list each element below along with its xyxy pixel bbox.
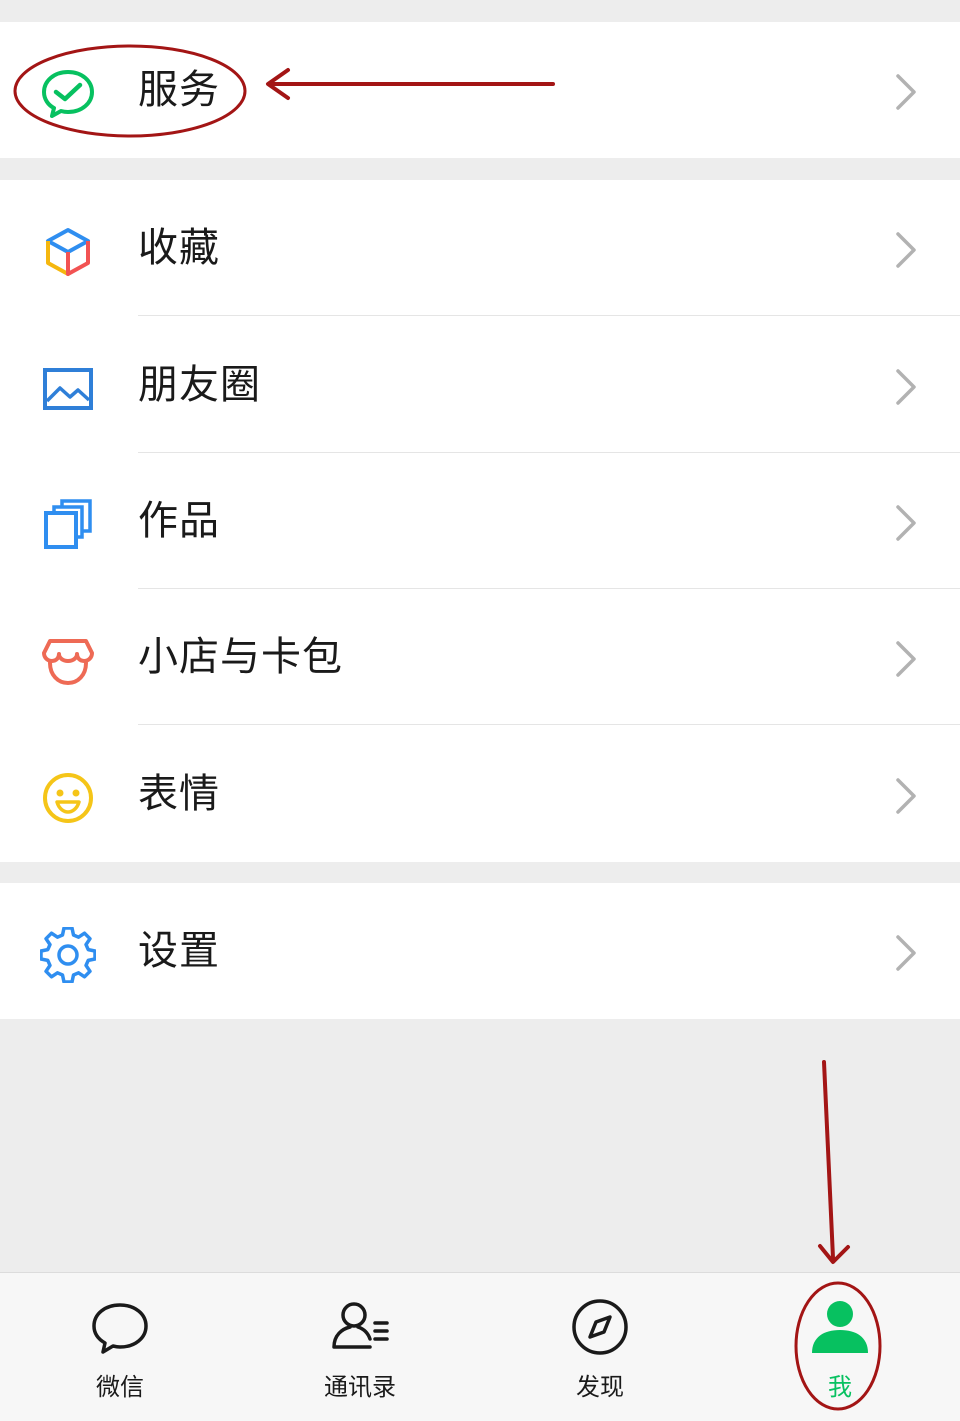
menu-item-services[interactable]: 服务 <box>0 22 960 158</box>
menu-item-works-label: 作品 <box>138 498 220 544</box>
compass-icon <box>570 1297 630 1357</box>
tab-me-label: 我 <box>828 1373 852 1401</box>
wechat-pay-check-icon <box>40 66 96 122</box>
tab-me[interactable]: 我 <box>720 1273 960 1421</box>
menu-item-moments-label: 朋友圈 <box>138 362 261 408</box>
divider <box>138 724 960 725</box>
chevron-right-icon <box>892 503 920 543</box>
cube-icon <box>40 224 96 280</box>
contacts-icon <box>330 1297 390 1357</box>
picture-icon <box>40 361 96 417</box>
smiley-icon <box>40 770 96 826</box>
chevron-right-icon <box>892 639 920 679</box>
shop-awning-icon <box>40 633 96 689</box>
tab-chats[interactable]: 微信 <box>0 1273 240 1421</box>
menu-item-stickers[interactable]: 表情 <box>0 726 960 862</box>
chevron-right-icon <box>892 776 920 816</box>
annotation-arrowhead-me <box>818 1244 850 1264</box>
menu-item-shop-cards-label: 小店与卡包 <box>138 634 343 680</box>
menu-item-shop-cards[interactable]: 小店与卡包 <box>0 589 960 725</box>
menu-item-services-label: 服务 <box>138 67 220 113</box>
divider <box>138 315 960 316</box>
menu-item-favorites-label: 收藏 <box>138 225 220 271</box>
chevron-right-icon <box>892 367 920 407</box>
menu-item-settings-label: 设置 <box>138 928 220 974</box>
chevron-right-icon <box>892 72 920 112</box>
gear-icon <box>40 927 96 983</box>
person-icon <box>810 1297 870 1357</box>
tab-contacts[interactable]: 通讯录 <box>240 1273 480 1421</box>
menu-item-stickers-label: 表情 <box>138 771 220 817</box>
annotation-arrow-me <box>822 1060 835 1260</box>
settings-group: 设置 <box>0 883 960 1019</box>
services-group: 服务 <box>0 22 960 158</box>
chat-bubble-icon <box>90 1297 150 1357</box>
tab-contacts-label: 通讯录 <box>324 1373 396 1401</box>
menu-item-favorites[interactable]: 收藏 <box>0 180 960 316</box>
features-group: 收藏 朋友圈 作品 小店与卡包 表情 <box>0 180 960 862</box>
menu-item-moments[interactable]: 朋友圈 <box>0 317 960 453</box>
stacked-cards-icon <box>40 497 96 553</box>
bottom-tab-bar: 微信 通讯录 发现 我 <box>0 1272 960 1421</box>
chevron-right-icon <box>892 230 920 270</box>
chevron-right-icon <box>892 933 920 973</box>
menu-item-settings[interactable]: 设置 <box>0 883 960 1019</box>
menu-item-works[interactable]: 作品 <box>0 453 960 589</box>
tab-discover[interactable]: 发现 <box>480 1273 720 1421</box>
tab-discover-label: 发现 <box>576 1373 624 1401</box>
tab-chats-label: 微信 <box>96 1373 144 1401</box>
